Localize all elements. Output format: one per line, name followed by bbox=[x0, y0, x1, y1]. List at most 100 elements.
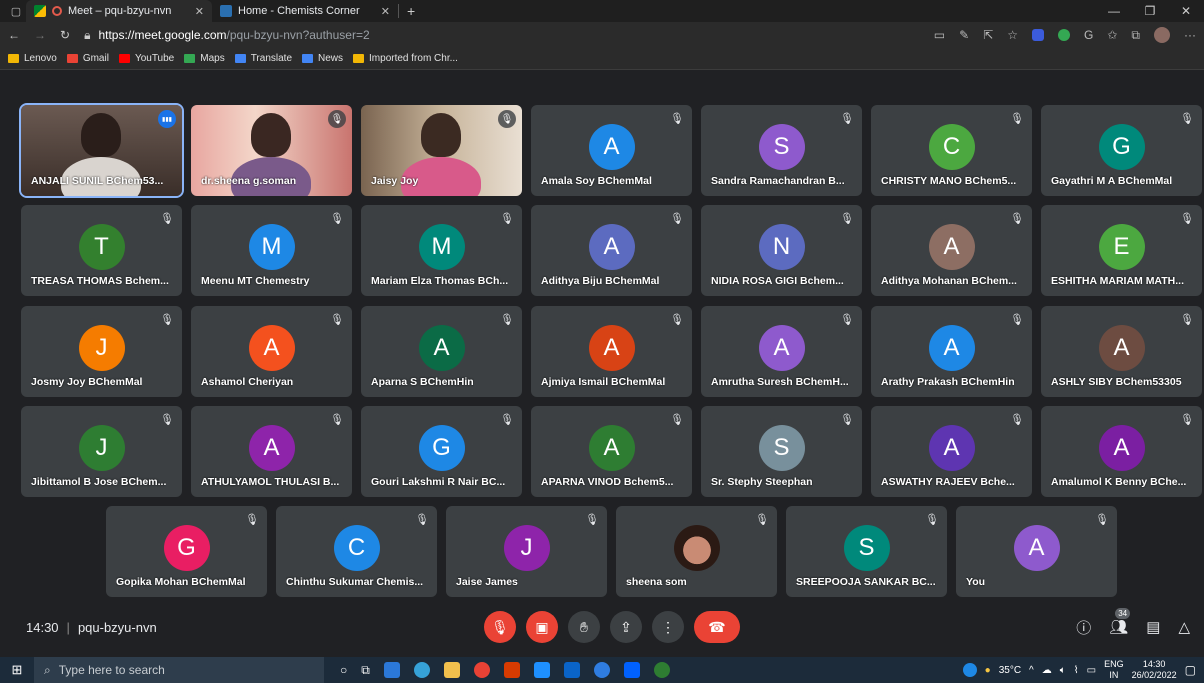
participant-tile[interactable]: A 🎙︎ ASWATHY RAJEEV Bche... bbox=[871, 406, 1032, 497]
participant-tile[interactable]: J 🎙︎ Jibittamol B Jose BChem... bbox=[21, 406, 182, 497]
participant-tile[interactable]: 🎙︎ dr.sheena g.soman bbox=[191, 105, 352, 196]
pen-icon[interactable]: ✎ bbox=[959, 28, 969, 42]
present-button[interactable]: ⇪ bbox=[610, 611, 642, 643]
app-icon[interactable] bbox=[533, 662, 550, 678]
url-field[interactable]: 🔒︎ https://meet.google.com/pqu-bzyu-nvn?… bbox=[84, 25, 920, 45]
bookmark-youtube[interactable]: YouTube bbox=[118, 53, 174, 64]
leave-call-button[interactable]: ☎︎ bbox=[694, 611, 740, 643]
start-windows-icon[interactable]: ⊞ bbox=[0, 662, 34, 678]
minimize-icon[interactable]: — bbox=[1096, 4, 1132, 18]
task-view-icon[interactable]: ⧉ bbox=[361, 663, 370, 678]
refresh-extension-icon[interactable]: G bbox=[1084, 28, 1093, 42]
mic-off-button[interactable]: 🎙︎ bbox=[484, 611, 516, 643]
file-explorer-icon[interactable] bbox=[443, 662, 460, 678]
browser-tab-bar: ▢ Meet – pqu-bzyu-nvn ✕ Home - Chemists … bbox=[0, 0, 1204, 22]
participant-tile[interactable]: C 🎙︎ Chinthu Sukumar Chemis... bbox=[276, 506, 437, 597]
open-external-icon[interactable]: ⇱ bbox=[983, 28, 993, 42]
edge-icon[interactable] bbox=[413, 662, 430, 678]
forward-icon[interactable]: → bbox=[34, 28, 46, 42]
participant-tile[interactable]: A 🎙︎ APARNA VINOD Bchem5... bbox=[531, 406, 692, 497]
tray-app-icon[interactable] bbox=[962, 663, 977, 677]
tab-meet[interactable]: Meet – pqu-bzyu-nvn ✕ bbox=[26, 0, 212, 22]
back-icon[interactable]: ← bbox=[8, 28, 20, 42]
participant-tile[interactable]: G 🎙︎ Gouri Lakshmi R Nair BC... bbox=[361, 406, 522, 497]
participant-tile[interactable]: A 🎙︎ Ajmiya Ismail BChemMal bbox=[531, 306, 692, 397]
weather-icon[interactable]: ● bbox=[985, 665, 991, 676]
reload-icon[interactable]: ↻ bbox=[60, 28, 70, 42]
activities-icon[interactable]: △ bbox=[1178, 618, 1190, 636]
bookmark-lenovo[interactable]: Lenovo bbox=[8, 53, 57, 64]
profile-avatar[interactable] bbox=[1154, 27, 1170, 43]
restore-icon[interactable]: ❐ bbox=[1132, 4, 1168, 18]
battery-icon[interactable]: ▭ bbox=[1087, 665, 1096, 676]
close-window-icon[interactable]: ✕ bbox=[1168, 4, 1204, 18]
window-menu-icon[interactable]: ▢ bbox=[6, 5, 26, 18]
participant-tile[interactable]: A 🎙︎ Amrutha Suresh BChemH... bbox=[701, 306, 862, 397]
chrome-icon[interactable] bbox=[473, 662, 490, 678]
participant-tile[interactable]: J 🎙︎ Josmy Joy BChemMal bbox=[21, 306, 182, 397]
camera-icon[interactable]: ▭ bbox=[934, 28, 945, 42]
camera-off-button[interactable]: ▣ bbox=[526, 611, 558, 643]
participant-tile[interactable]: J 🎙︎ Jaise James bbox=[446, 506, 607, 597]
tray-chevron-icon[interactable]: ^ bbox=[1029, 665, 1034, 676]
bookmark-translate[interactable]: Translate bbox=[234, 53, 292, 64]
bookmark-gmail[interactable]: Gmail bbox=[66, 53, 109, 64]
office-icon[interactable] bbox=[503, 662, 520, 678]
cloud-icon[interactable]: ☁ bbox=[1042, 665, 1052, 676]
more-menu-icon[interactable]: ··· bbox=[1184, 28, 1196, 42]
language-indicator[interactable]: ENG IN bbox=[1104, 659, 1124, 681]
volume-icon[interactable]: 🔈︎ bbox=[1060, 665, 1066, 676]
onedrive-icon[interactable] bbox=[593, 662, 610, 678]
whatsapp-icon[interactable] bbox=[653, 662, 670, 678]
tab-chemists-corner[interactable]: Home - Chemists Corner ✕ bbox=[212, 0, 398, 22]
close-tab-icon[interactable]: ✕ bbox=[195, 5, 204, 18]
raise-hand-button[interactable]: ✋︎ bbox=[568, 611, 600, 643]
participant-tile[interactable]: E 🎙︎ ESHITHA MARIAM MATH... bbox=[1041, 205, 1202, 296]
participant-tile[interactable]: M 🎙︎ Meenu MT Chemestry bbox=[191, 205, 352, 296]
extension-icon[interactable] bbox=[1032, 29, 1045, 41]
new-tab-icon[interactable]: + bbox=[399, 3, 423, 19]
cortana-icon[interactable]: ○ bbox=[340, 663, 347, 677]
bookmark-news[interactable]: News bbox=[302, 53, 343, 64]
participant-tile[interactable]: G 🎙︎ Gopika Mohan BChemMal bbox=[106, 506, 267, 597]
store-icon[interactable] bbox=[383, 662, 400, 678]
participant-tile[interactable]: A 🎙︎ Arathy Prakash BChemHin bbox=[871, 306, 1032, 397]
participant-tile[interactable]: T 🎙︎ TREASA THOMAS Bchem... bbox=[21, 205, 182, 296]
participant-tile[interactable]: S 🎙︎ SREEPOOJA SANKAR BC... bbox=[786, 506, 947, 597]
taskbar-search-box[interactable]: ⌕ Type here to search bbox=[34, 657, 324, 683]
participant-tile[interactable]: A 🎙︎ Aparna S BChemHin bbox=[361, 306, 522, 397]
meeting-details-icon[interactable]: ⓘ bbox=[1076, 617, 1091, 638]
participant-tile[interactable]: N 🎙︎ NIDIA ROSA GIGI Bchem... bbox=[701, 205, 862, 296]
participant-tile[interactable]: A 🎙︎ Amala Soy BChemMal bbox=[531, 105, 692, 196]
participant-tile[interactable]: A 🎙︎ ASHLY SIBY BChem53305 bbox=[1041, 306, 1202, 397]
dropbox-icon[interactable] bbox=[623, 662, 640, 678]
participant-tile[interactable]: A 🎙︎ ATHULYAMOL THULASI B... bbox=[191, 406, 352, 497]
participant-tile[interactable]: G 🎙︎ Gayathri M A BChemMal bbox=[1041, 105, 1202, 196]
participant-tile[interactable]: A 🎙︎ You bbox=[956, 506, 1117, 597]
chat-icon[interactable]: ▤ bbox=[1146, 618, 1160, 636]
participant-tile[interactable]: A 🎙︎ Amalumol K Benny BChe... bbox=[1041, 406, 1202, 497]
participant-tile[interactable]: 🎙︎ sheena som bbox=[616, 506, 777, 597]
participant-tile[interactable]: S 🎙︎ Sr. Stephy Steephan bbox=[701, 406, 862, 497]
participant-tile[interactable]: A 🎙︎ Adithya Biju BChemMal bbox=[531, 205, 692, 296]
close-tab-icon[interactable]: ✕ bbox=[381, 5, 390, 18]
people-button[interactable]: 34 👥︎ bbox=[1109, 608, 1131, 636]
participant-tile[interactable]: S 🎙︎ Sandra Ramachandran B... bbox=[701, 105, 862, 196]
participant-tile[interactable]: A 🎙︎ Ashamol Cheriyan bbox=[191, 306, 352, 397]
clock[interactable]: 14:30 26/02/2022 bbox=[1132, 659, 1177, 681]
bookmark-maps[interactable]: Maps bbox=[184, 53, 225, 64]
participant-tile[interactable]: M 🎙︎ Mariam Elza Thomas BCh... bbox=[361, 205, 522, 296]
participant-tile[interactable]: C 🎙︎ CHRISTY MANO BChem5... bbox=[871, 105, 1032, 196]
network-icon[interactable]: ⌇ bbox=[1074, 665, 1079, 676]
collections-icon[interactable]: ⧉ bbox=[1131, 28, 1140, 43]
participant-tile[interactable]: 🎙︎ Jaisy Joy bbox=[361, 105, 522, 196]
grammarly-icon[interactable] bbox=[1058, 29, 1071, 41]
favorites-icon[interactable]: ✩ bbox=[1107, 28, 1117, 42]
participant-tile[interactable]: ▮▮▮ ANJALI SUNIL BChem53... bbox=[19, 103, 184, 198]
mail-icon[interactable] bbox=[563, 662, 580, 678]
participant-tile[interactable]: A 🎙︎ Adithya Mohanan BChem... bbox=[871, 205, 1032, 296]
more-options-button[interactable]: ⋮ bbox=[652, 611, 684, 643]
favorite-star-icon[interactable]: ☆ bbox=[1007, 28, 1018, 42]
bookmark-imported[interactable]: Imported from Chr... bbox=[353, 53, 458, 64]
notification-icon[interactable]: ▢ bbox=[1185, 663, 1196, 677]
